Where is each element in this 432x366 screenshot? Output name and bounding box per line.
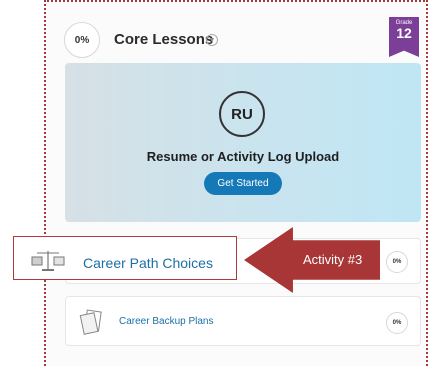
get-started-button[interactable]: Get Started <box>204 172 282 195</box>
callout-label: Activity #3 <box>303 252 363 267</box>
resume-badge: RU <box>219 91 265 137</box>
activity-career-path-choices[interactable]: Career Path Choices <box>83 255 213 271</box>
activity-progress: 0% <box>386 312 408 334</box>
activity-progress: 0% <box>386 251 408 273</box>
section-title[interactable]: Core Lessons <box>114 31 213 48</box>
chevron-down-icon[interactable]: ▼ <box>206 34 218 46</box>
scales-icon <box>31 251 65 271</box>
activity-career-backup-plans[interactable]: Career Backup Plans <box>119 316 214 327</box>
core-lessons-progress: 0% <box>64 22 100 58</box>
featured-lesson-card[interactable] <box>65 63 421 222</box>
grade-number: 12 <box>396 25 412 41</box>
featured-lesson-title: Resume or Activity Log Upload <box>146 149 340 164</box>
documents-icon <box>79 309 102 335</box>
